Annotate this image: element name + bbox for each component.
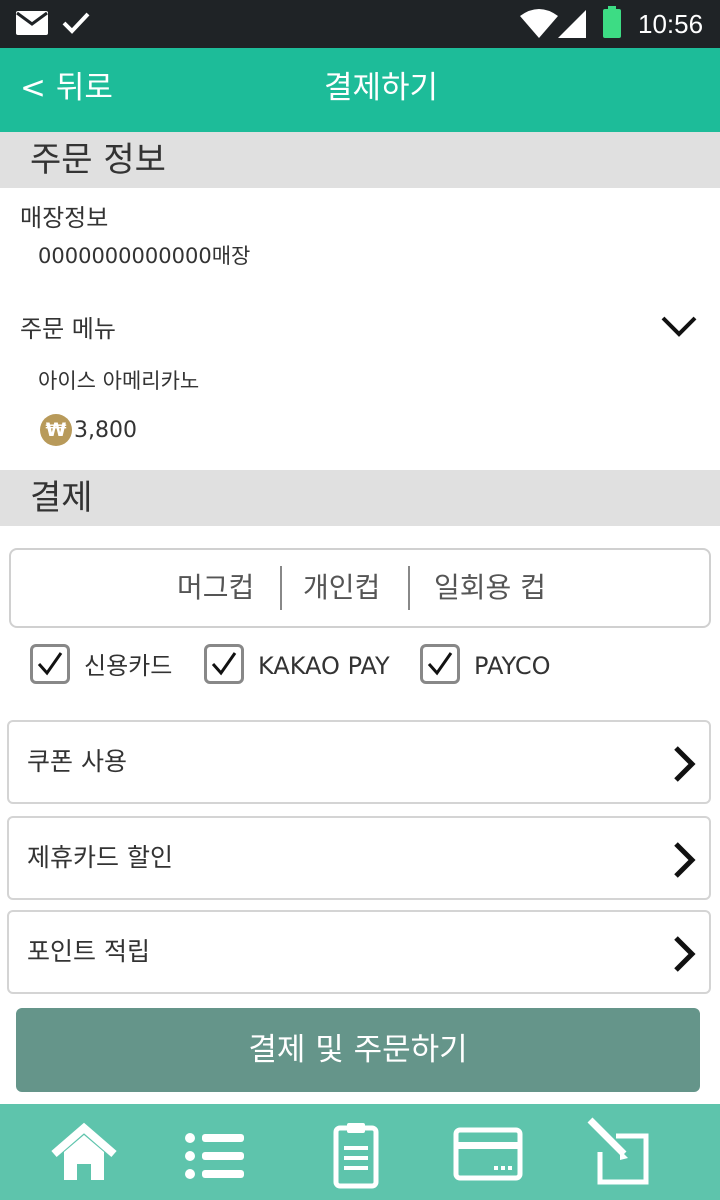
list-icon <box>185 1133 244 1179</box>
credit-card-label: 신용카드 <box>84 652 173 680</box>
nav-payment[interactable] <box>448 1114 528 1190</box>
checkmark-icon <box>427 652 453 676</box>
chevron-right-icon <box>674 746 696 782</box>
kakao-pay-checkbox[interactable] <box>204 644 244 684</box>
cup-option-personal[interactable]: 개인컵 <box>303 568 380 608</box>
nav-list[interactable] <box>174 1114 254 1190</box>
coupon-row[interactable]: 쿠폰 사용 <box>7 720 711 804</box>
chevron-down-icon[interactable] <box>660 312 698 342</box>
chevron-right-icon <box>674 842 696 878</box>
divider <box>408 566 410 610</box>
payment-section-title: 결제 <box>30 478 93 518</box>
store-label: 매장정보 <box>20 204 109 232</box>
signal-icon <box>558 10 586 38</box>
order-section-title: 주문 정보 <box>30 140 166 180</box>
order-section-header: 주문 정보 <box>0 132 720 188</box>
nav-write[interactable] <box>584 1114 664 1190</box>
store-value: 0000000000000매장 <box>38 244 251 268</box>
chevron-right-icon <box>674 936 696 972</box>
cup-selector: 머그컵 개인컵 일회용 컵 <box>9 548 711 628</box>
check-icon <box>62 12 90 34</box>
bottom-nav <box>0 1104 720 1200</box>
clipboard-icon <box>333 1123 379 1189</box>
nav-home[interactable] <box>44 1114 124 1190</box>
status-bar: 10:56 <box>0 0 720 48</box>
card-icon <box>453 1127 523 1181</box>
won-coin-icon: ₩ <box>40 414 72 446</box>
nav-orders[interactable] <box>316 1114 396 1190</box>
checkmark-icon <box>37 652 63 676</box>
wifi-icon <box>520 9 558 38</box>
coupon-label: 쿠폰 사용 <box>27 747 127 776</box>
app-bar: < 뒤로 결제하기 <box>0 48 720 132</box>
payco-checkbox[interactable] <box>420 644 460 684</box>
page-title: 결제하기 <box>323 70 439 106</box>
checkmark-icon <box>211 652 237 676</box>
kakao-pay-label: KAKAO PAY <box>258 652 390 680</box>
pay-and-order-button[interactable]: 결제 및 주문하기 <box>16 1008 700 1092</box>
battery-icon <box>603 6 621 38</box>
payment-section-header: 결제 <box>0 470 720 526</box>
status-time: 10:56 <box>638 9 704 39</box>
points-row[interactable]: 포인트 적립 <box>7 910 711 994</box>
partner-card-row[interactable]: 제휴카드 할인 <box>7 816 711 900</box>
divider <box>280 566 282 610</box>
mail-icon <box>16 11 48 35</box>
cup-option-disposable[interactable]: 일회용 컵 <box>434 568 546 608</box>
points-label: 포인트 적립 <box>27 937 150 966</box>
menu-label: 주문 메뉴 <box>20 315 116 343</box>
menu-item: 아이스 아메리카노 <box>38 369 200 393</box>
partner-card-label: 제휴카드 할인 <box>27 843 173 872</box>
credit-card-checkbox[interactable] <box>30 644 70 684</box>
cup-option-mug[interactable]: 머그컵 <box>177 568 254 608</box>
home-icon <box>51 1122 117 1180</box>
edit-icon <box>587 1117 649 1185</box>
price: 3,800 <box>74 418 137 443</box>
payco-label: PAYCO <box>474 652 551 680</box>
